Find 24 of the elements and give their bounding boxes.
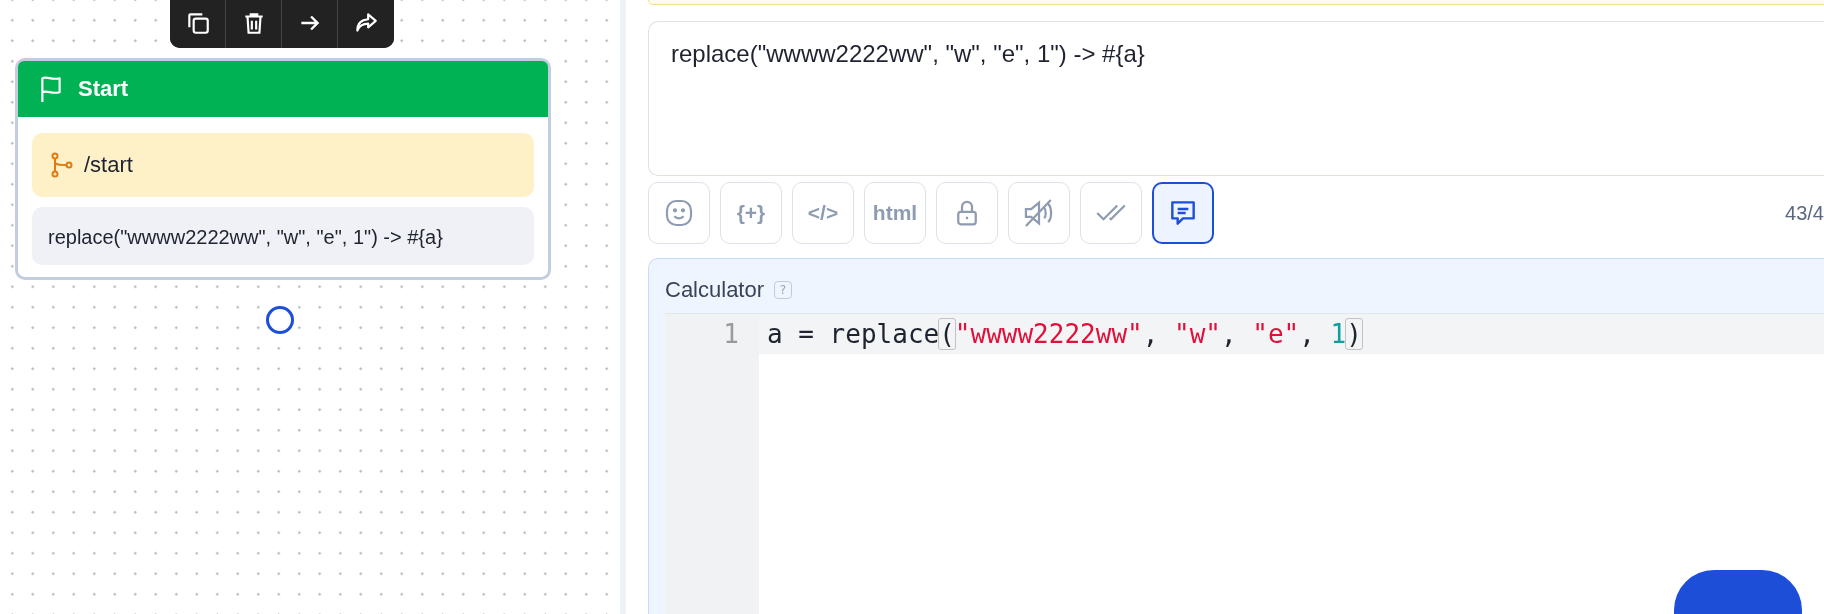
comment-button[interactable]: [1152, 182, 1214, 244]
lock-button[interactable]: [936, 182, 998, 244]
branch-icon: [50, 152, 74, 178]
code-editor[interactable]: 1 a = replace("wwww2222ww", "w", "e", 1): [665, 313, 1824, 614]
mute-button[interactable]: [1008, 182, 1070, 244]
connection-handle[interactable]: [266, 306, 294, 334]
character-counter: 43/4: [1785, 201, 1824, 225]
message-editor[interactable]: replace("wwww2222ww", "w", "e", 1") -> #{a}: [648, 20, 1824, 176]
emoji-button[interactable]: [648, 182, 710, 244]
trigger-text: /start: [84, 152, 133, 178]
smiley-icon: [663, 197, 695, 229]
start-node[interactable]: Start /start replace("wwww2222ww", "w", "e", 1") -> #{a}: [15, 58, 551, 280]
node-title: Start: [78, 76, 129, 102]
line-number: 1: [722, 318, 739, 351]
copy-button[interactable]: [170, 0, 226, 48]
format-button[interactable]: {+}: [720, 182, 782, 244]
flag-icon: [38, 75, 64, 103]
format-button[interactable]: </>: [792, 182, 854, 244]
message-text: replace("wwww2222ww", "w", "e", 1") -> #{a}: [48, 226, 443, 248]
checks-button[interactable]: [1080, 182, 1142, 244]
format-button[interactable]: html: [864, 182, 926, 244]
help-badge[interactable]: ?: [774, 281, 793, 299]
calculator-title: Calculator: [665, 277, 765, 303]
editor-text: replace("wwww2222ww", "w", "e", 1") -> #{a}: [671, 39, 1145, 67]
